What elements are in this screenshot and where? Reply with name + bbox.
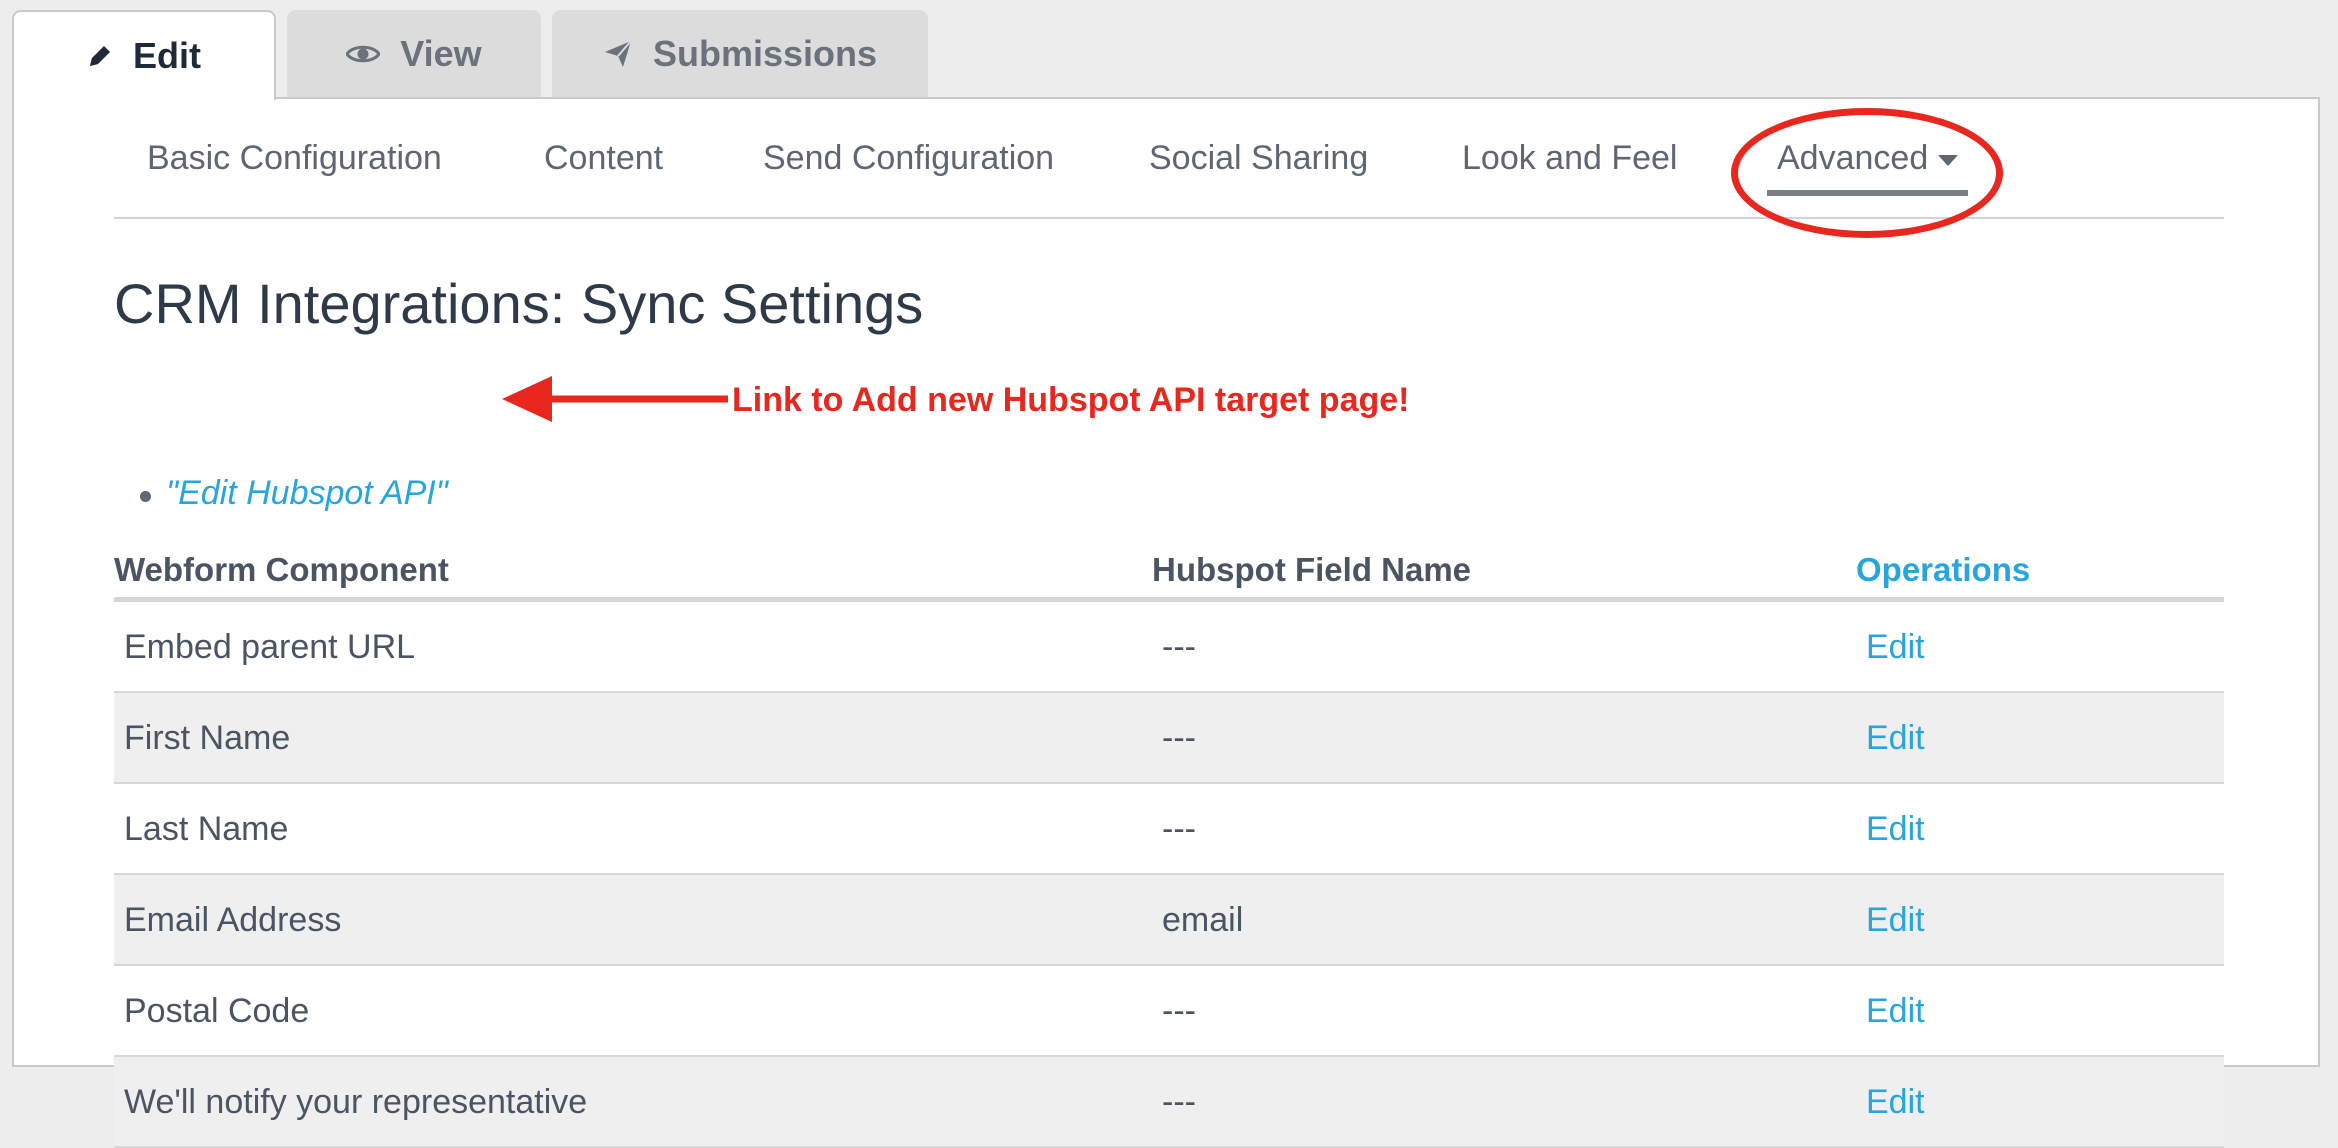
caret-down-icon [1938, 154, 1959, 166]
table-row: Embed parent URL --- Edit [114, 602, 2224, 693]
eye-icon [346, 42, 381, 66]
edit-link[interactable]: Edit [1866, 992, 1925, 1031]
tab-edit[interactable]: Edit [12, 10, 276, 100]
edit-link[interactable]: Edit [1866, 719, 1925, 758]
paper-plane-icon [603, 39, 633, 69]
list-item: "Edit Hubspot API" [126, 474, 448, 513]
component-cell: Postal Code [124, 992, 310, 1030]
field-cell: --- [1162, 992, 1196, 1030]
field-cell: email [1162, 901, 1244, 939]
subnav-advanced-label: Advanced [1777, 139, 1929, 177]
content-panel: Basic Configuration Content Send Configu… [12, 97, 2320, 1148]
sync-settings-table: Webform Component Hubspot Field Name Ope… [114, 547, 2224, 1148]
annotation-text: Link to Add new Hubspot API target page! [732, 381, 1410, 419]
arrow-left-icon [502, 376, 728, 422]
component-cell: Last Name [124, 810, 289, 848]
edit-link[interactable]: Edit [1866, 901, 1925, 940]
field-cell: --- [1162, 628, 1196, 666]
subnav-look-and-feel[interactable]: Look and Feel [1462, 139, 1678, 178]
integration-link-list: "Edit Hubspot API" [126, 474, 448, 513]
field-cell: --- [1162, 810, 1196, 848]
component-cell: Email Address [124, 901, 342, 939]
table-row: Postal Code --- Edit [114, 966, 2224, 1057]
component-cell: Embed parent URL [124, 628, 416, 666]
tab-view-label: View [400, 33, 482, 74]
tab-submissions[interactable]: Submissions [552, 10, 928, 98]
header-webform-component: Webform Component [114, 551, 449, 588]
subnav-send-configuration[interactable]: Send Configuration [763, 139, 1054, 178]
header-operations: Operations [1856, 551, 2031, 588]
pencil-icon [87, 43, 113, 69]
subnav-social-sharing[interactable]: Social Sharing [1149, 139, 1368, 178]
field-cell: --- [1162, 1083, 1196, 1121]
table-row: Last Name --- Edit [114, 784, 2224, 875]
header-hubspot-field-name: Hubspot Field Name [1152, 551, 1472, 588]
table-row: Email Address email Edit [114, 875, 2224, 966]
edit-hubspot-api-link[interactable]: "Edit Hubspot API" [166, 474, 448, 512]
edit-link[interactable]: Edit [1866, 1083, 1925, 1122]
tab-view[interactable]: View [287, 10, 541, 98]
page-title: CRM Integrations: Sync Settings [114, 272, 924, 335]
table-header: Webform Component Hubspot Field Name Ope… [114, 547, 2224, 602]
subnav-advanced[interactable]: Advanced [1767, 139, 1969, 196]
subnav-content[interactable]: Content [544, 139, 663, 178]
tab-bar: Edit View Submissions [0, 0, 2338, 100]
subnav-basic-configuration[interactable]: Basic Configuration [147, 139, 442, 178]
bullet-icon [140, 491, 151, 502]
component-cell: First Name [124, 719, 291, 757]
edit-link[interactable]: Edit [1866, 628, 1925, 667]
tab-submissions-label: Submissions [652, 33, 878, 74]
field-cell: --- [1162, 719, 1196, 757]
table-row: First Name --- Edit [114, 693, 2224, 784]
tab-edit-label: Edit [133, 35, 201, 76]
table-row: We'll notify your representative --- Edi… [114, 1057, 2224, 1148]
secondary-nav: Basic Configuration Content Send Configu… [114, 99, 2224, 219]
edit-link[interactable]: Edit [1866, 810, 1925, 849]
component-cell: We'll notify your representative [124, 1083, 588, 1121]
